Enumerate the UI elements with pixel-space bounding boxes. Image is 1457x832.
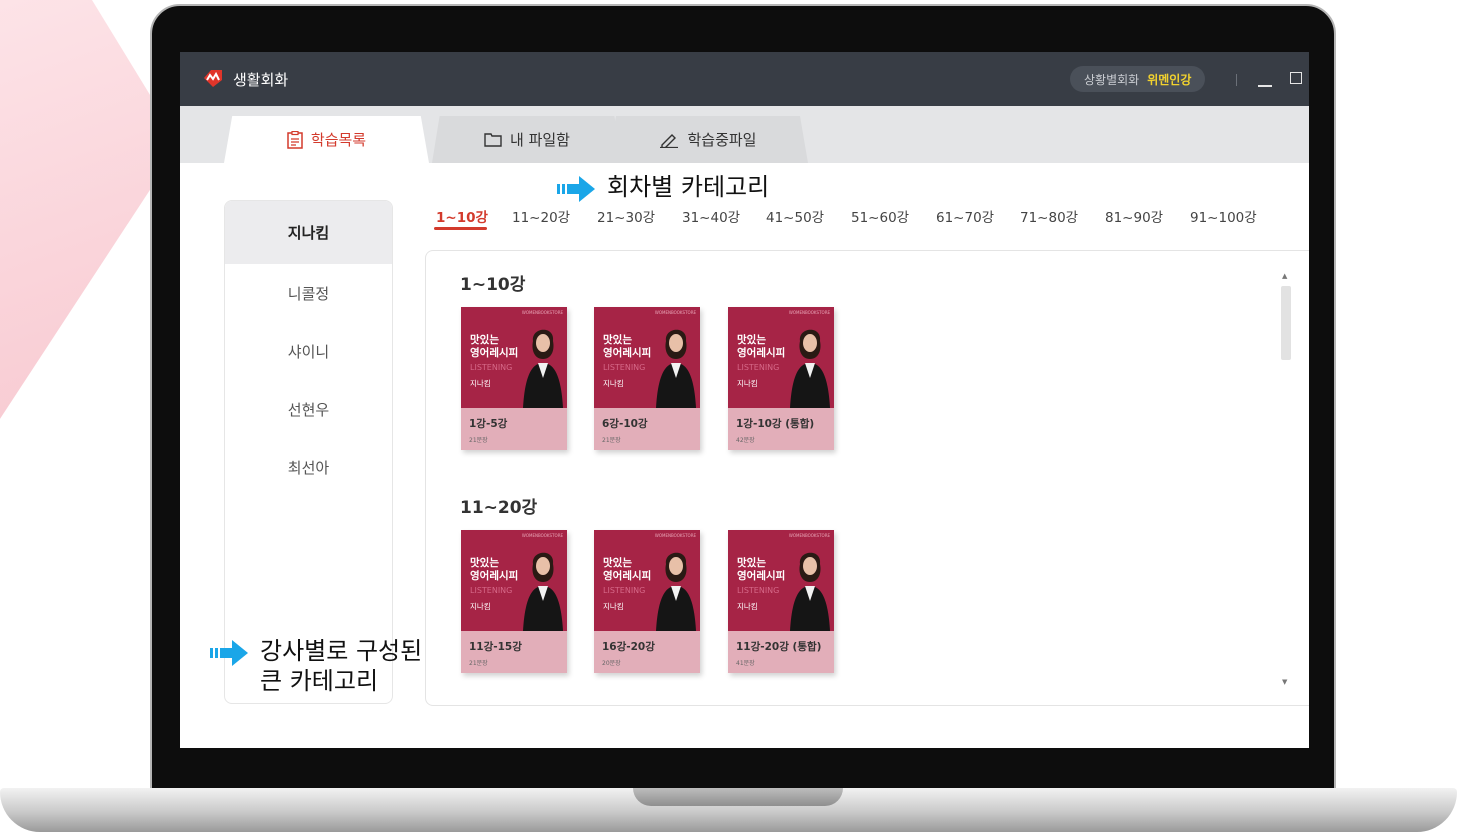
app-logo-icon bbox=[204, 70, 222, 87]
card-count: 41문장 bbox=[736, 660, 755, 667]
pill-label: 상황별회화 bbox=[1084, 72, 1140, 87]
teacher-photo bbox=[523, 329, 563, 408]
tab-my-files[interactable]: 내 파일함 bbox=[432, 116, 622, 163]
card-cover: WOMENBOOKSTORE 맛있는 영어레시피 LISTENING 지나킴 bbox=[728, 307, 834, 408]
lesson-card[interactable]: WOMENBOOKSTORE 맛있는 영어레시피 LISTENING 지나킴 16… bbox=[594, 530, 700, 673]
teacher-photo bbox=[790, 552, 830, 631]
sidebar-item-sunhyunwoo[interactable]: 선현우 bbox=[225, 380, 392, 438]
lesson-card[interactable]: WOMENBOOKSTORE 맛있는 영어레시피 LISTENING 지나킴 1강… bbox=[461, 307, 567, 450]
card-title: 16강-20강 bbox=[602, 641, 655, 653]
card-info: 1강-10강 (통합) 42문장 bbox=[728, 408, 834, 450]
card-info: 11강-20강 (통합) 41문장 bbox=[728, 631, 834, 673]
list-doc-icon bbox=[287, 130, 303, 149]
tab-label: 내 파일함 bbox=[510, 131, 570, 149]
episode-callout: 회차별 카테고리 bbox=[557, 172, 769, 202]
card-cover: WOMENBOOKSTORE 맛있는 영어레시피 LISTENING 지나킴 bbox=[594, 307, 700, 408]
card-title: 6강-10강 bbox=[602, 418, 648, 430]
folder-icon bbox=[484, 133, 502, 147]
card-count: 21문장 bbox=[469, 437, 488, 444]
card-info: 1강-5강 21문장 bbox=[461, 408, 567, 450]
card-title: 1강-5강 bbox=[469, 418, 508, 430]
teacher-photo bbox=[523, 552, 563, 631]
tab-label: 학습목록 bbox=[310, 131, 367, 149]
episode-callout-text: 회차별 카테고리 bbox=[607, 173, 770, 201]
card-cover: WOMENBOOKSTORE 맛있는 영어레시피 LISTENING 지나킴 bbox=[728, 530, 834, 631]
card-title: 1강-10강 (통합) bbox=[736, 418, 815, 430]
episode-tab-5[interactable]: 41~50강 bbox=[766, 206, 824, 226]
title-bar: 생활회화 상황별회화 위멘인강 bbox=[180, 52, 1309, 106]
card-info: 6강-10강 21문장 bbox=[594, 408, 700, 450]
callout-arrow-icon bbox=[557, 176, 595, 202]
lesson-card[interactable]: WOMENBOOKSTORE 맛있는 영어레시피 LISTENING 지나킴 11… bbox=[728, 530, 834, 673]
maximize-icon[interactable] bbox=[1290, 72, 1302, 84]
episode-tab-1[interactable]: 1~10강 bbox=[436, 206, 488, 226]
episode-tab-3[interactable]: 21~30강 bbox=[597, 206, 655, 226]
category-pill[interactable]: 상황별회화 위멘인강 bbox=[1070, 66, 1206, 92]
scrollbar-thumb[interactable] bbox=[1281, 286, 1291, 360]
titlebar-divider bbox=[1236, 74, 1237, 86]
tab-study-list[interactable]: 학습목록 bbox=[224, 116, 429, 163]
episode-tab-4[interactable]: 31~40강 bbox=[682, 206, 740, 226]
teacher-photo bbox=[656, 552, 696, 631]
teacher-callout: 강사별로 구성된 큰 카테고리 bbox=[210, 636, 422, 696]
sidebar-item-choisuna[interactable]: 최선아 bbox=[225, 438, 392, 496]
episode-tab-2[interactable]: 11~20강 bbox=[512, 206, 570, 226]
episode-tab-6[interactable]: 51~60강 bbox=[851, 206, 909, 226]
scroll-down-icon[interactable]: ▼ bbox=[1282, 678, 1287, 686]
laptop-notch bbox=[633, 788, 843, 806]
card-cover: WOMENBOOKSTORE 맛있는 영어레시피 LISTENING 지나킴 bbox=[461, 307, 567, 408]
tab-in-progress[interactable]: 학습중파일 bbox=[608, 116, 808, 163]
card-cover: WOMENBOOKSTORE 맛있는 영어레시피 LISTENING 지나킴 bbox=[594, 530, 700, 631]
tab-bar: 내 파일함 학습중파일 학습목록 bbox=[180, 106, 1309, 163]
lesson-card[interactable]: WOMENBOOKSTORE 맛있는 영어레시피 LISTENING 지나킴 1강… bbox=[728, 307, 834, 450]
card-info: 11강-15강 21문장 bbox=[461, 631, 567, 673]
card-count: 20문장 bbox=[602, 660, 621, 667]
callout-arrow-icon bbox=[210, 640, 248, 666]
card-count: 21문장 bbox=[602, 437, 621, 444]
sidebar-item-jinakim[interactable]: 지나킴 bbox=[225, 201, 392, 264]
teacher-sidebar: 지나킴 니콜정 샤이니 선현우 최선아 bbox=[224, 200, 393, 704]
card-title: 11강-20강 (통합) bbox=[736, 641, 822, 653]
lesson-card[interactable]: WOMENBOOKSTORE 맛있는 영어레시피 LISTENING 지나킴 6강… bbox=[594, 307, 700, 450]
minimize-icon[interactable] bbox=[1258, 85, 1272, 87]
card-title: 11강-15강 bbox=[469, 641, 522, 653]
episode-tab-10[interactable]: 91~100강 bbox=[1190, 206, 1257, 226]
sidebar-item-nicoljung[interactable]: 니콜정 bbox=[225, 264, 392, 322]
pill-value: 위멘인강 bbox=[1147, 72, 1192, 87]
teacher-callout-line1: 강사별로 구성된 bbox=[260, 637, 423, 665]
sidebar-item-shiny[interactable]: 샤이니 bbox=[225, 322, 392, 380]
pencil-icon bbox=[660, 133, 679, 148]
episode-active-underline bbox=[434, 227, 487, 230]
scroll-up-icon[interactable]: ▲ bbox=[1282, 272, 1287, 280]
section-title: 1~10강 bbox=[460, 275, 526, 295]
section-title: 11~20강 bbox=[460, 498, 538, 518]
episode-tab-9[interactable]: 81~90강 bbox=[1105, 206, 1163, 226]
card-cover: WOMENBOOKSTORE 맛있는 영어레시피 LISTENING 지나킴 bbox=[461, 530, 567, 631]
tab-label: 학습중파일 bbox=[687, 131, 757, 149]
lesson-card[interactable]: WOMENBOOKSTORE 맛있는 영어레시피 LISTENING 지나킴 11… bbox=[461, 530, 567, 673]
teacher-photo bbox=[790, 329, 830, 408]
episode-tab-7[interactable]: 61~70강 bbox=[936, 206, 994, 226]
card-count: 42문장 bbox=[736, 437, 755, 444]
teacher-callout-line2: 큰 카테고리 bbox=[260, 667, 379, 695]
card-info: 16강-20강 20문장 bbox=[594, 631, 700, 673]
episode-tab-8[interactable]: 71~80강 bbox=[1020, 206, 1078, 226]
teacher-photo bbox=[656, 329, 696, 408]
app-title: 생활회화 bbox=[233, 71, 289, 89]
card-count: 21문장 bbox=[469, 660, 488, 667]
